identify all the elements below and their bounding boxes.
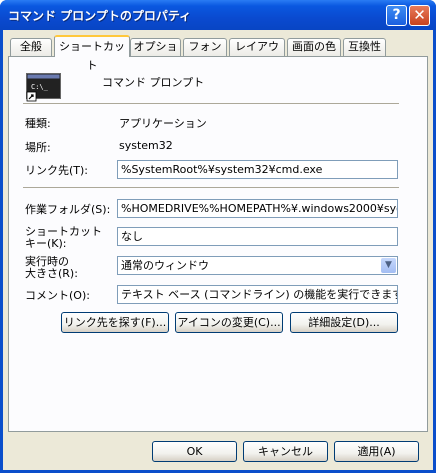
tab-compatibility[interactable]: 互換性 (343, 38, 386, 56)
separator (23, 187, 399, 188)
tab-general[interactable]: 全般 (10, 38, 52, 56)
comment-label: コメント(O): (25, 289, 90, 302)
hotkey-field[interactable]: なし (117, 227, 398, 246)
separator (23, 103, 399, 104)
comment-field[interactable]: テキスト ベース (コマンドライン) の機能を実行できます。 (117, 285, 398, 304)
run-label-line2: 大きさ(R): (25, 267, 78, 280)
shortcut-name: コマンド プロンプト (102, 76, 205, 89)
window-title: コマンド プロンプトのプロパティ (8, 9, 192, 23)
tab-strip: 全般 ショートカット オプション フォント レイアウト 画面の色 互換性 (8, 35, 428, 72)
tab-options[interactable]: オプション (130, 38, 181, 69)
help-button[interactable]: ? (386, 5, 407, 26)
tab-font[interactable]: フォント (183, 38, 227, 69)
change-icon-button[interactable]: アイコンの変更(C)... (175, 312, 283, 333)
chevron-down-icon[interactable]: ▼ (381, 258, 396, 273)
tab-layout[interactable]: レイアウト (229, 38, 285, 69)
close-button[interactable]: ✕ (409, 5, 430, 26)
type-label: 種類: (25, 117, 51, 130)
advanced-button[interactable]: 詳細設定(D)... (290, 312, 398, 333)
cmd-prompt-icon: C:\_ (26, 73, 61, 102)
cancel-button[interactable]: キャンセル (243, 441, 328, 462)
apply-button[interactable]: 適用(A) (334, 441, 419, 462)
hotkey-label-line2: キー(K): (25, 237, 67, 250)
location-value: system32 (119, 139, 173, 152)
run-size-value: 通常のウィンドウ (121, 259, 209, 272)
dialog-client: 全般 ショートカット オプション フォント レイアウト 画面の色 互換性 C:\… (3, 30, 433, 470)
svg-text:C:\_: C:\_ (31, 83, 49, 91)
shortcut-panel: C:\_ コマンド プロンプト 種類: アプリケーション 場所: system3… (8, 56, 428, 432)
location-label: 場所: (25, 141, 51, 154)
title-bar[interactable]: コマンド プロンプトのプロパティ ? ✕ (0, 0, 436, 30)
ok-button[interactable]: OK (152, 441, 237, 462)
type-value: アプリケーション (119, 117, 207, 130)
run-size-select[interactable]: 通常のウィンドウ ▼ (117, 256, 398, 275)
find-target-button[interactable]: リンク先を探す(F)... (61, 312, 169, 333)
tab-colors[interactable]: 画面の色 (287, 38, 341, 56)
target-field[interactable]: %SystemRoot%¥system32¥cmd.exe (117, 160, 398, 179)
properties-window: コマンド プロンプトのプロパティ ? ✕ 全般 ショートカット オプション フォ… (0, 0, 436, 473)
tab-shortcut[interactable]: ショートカット (54, 35, 130, 72)
startin-label: 作業フォルダ(S): (25, 203, 111, 216)
target-label: リンク先(T): (25, 164, 89, 177)
startin-field[interactable]: %HOMEDRIVE%%HOMEPATH%¥.windows2000¥syori… (117, 199, 398, 218)
